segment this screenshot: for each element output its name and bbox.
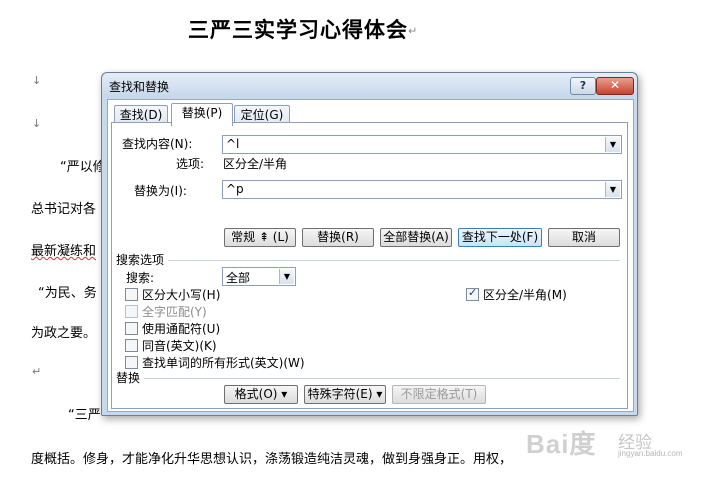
chevron-down-icon[interactable]: ▼ — [605, 182, 620, 197]
search-direction-select[interactable]: 全部 ▼ — [222, 267, 296, 286]
divider — [144, 378, 620, 379]
match-case-checkbox[interactable] — [125, 288, 138, 301]
tab-replace[interactable]: 替换(P) — [171, 103, 233, 126]
paragraph-mark: ↓ — [32, 117, 42, 130]
options-value: 区分全/半角 — [223, 157, 288, 171]
find-next-button[interactable]: 查找下一处(F) — [458, 228, 542, 247]
dialog-title: 查找和替换 — [109, 80, 170, 94]
document-text: “为民、务 — [38, 286, 97, 301]
match-width-label: 区分全/半角(M) — [483, 288, 567, 302]
all-word-forms-checkbox[interactable] — [125, 356, 138, 369]
search-direction-value: 全部 — [226, 271, 251, 285]
options-label: 选项: — [176, 157, 205, 171]
paragraph-mark: ↵ — [408, 24, 419, 38]
paragraph-mark: ↓ — [32, 74, 42, 87]
less-options-button[interactable]: 常规 ⇞ (L) — [224, 228, 296, 247]
wildcards-checkbox[interactable] — [125, 322, 138, 335]
search-direction-label: 搜索: — [126, 271, 155, 285]
dialog-body: 查找(D) 替换(P) 定位(G) 查找内容(N): ^l ▼ 选项: 区分全/… — [107, 99, 634, 412]
replace-tab-panel: 查找内容(N): ^l ▼ 选项: 区分全/半角 替换为(I): ^p ▼ 常规… — [111, 122, 628, 409]
document-text: 总书记对各 — [31, 202, 97, 217]
replace-heading: 替换 — [116, 371, 141, 385]
format-button[interactable]: 格式(O) ▾ — [224, 385, 298, 404]
watermark-logo: Bai度 — [526, 429, 597, 459]
replace-input[interactable]: ^p ▼ — [222, 180, 622, 199]
special-button[interactable]: 特殊字符(E) ▾ — [304, 385, 386, 404]
divider — [168, 260, 620, 261]
document-text: “严以修 — [60, 160, 106, 175]
document-text: “三严 — [68, 408, 101, 423]
sounds-like-checkbox[interactable] — [125, 339, 138, 352]
whole-word-label: 全字匹配(Y) — [142, 305, 207, 319]
replace-value: ^p — [226, 182, 244, 196]
no-formatting-button: 不限定格式(T) — [392, 385, 486, 404]
document-text: 为政之要。 — [31, 326, 97, 341]
find-value: ^l — [226, 137, 240, 151]
all-word-forms-label: 查找单词的所有形式(英文)(W) — [142, 356, 305, 370]
find-input[interactable]: ^l ▼ — [222, 135, 622, 154]
paragraph-mark: ↵ — [32, 365, 42, 378]
cancel-button[interactable]: 取消 — [548, 228, 620, 247]
chevron-down-icon[interactable]: ▼ — [605, 137, 620, 152]
match-width-checkbox[interactable] — [466, 286, 479, 301]
whole-word-checkbox — [125, 305, 138, 318]
chevron-down-icon[interactable]: ▼ — [279, 269, 294, 284]
replace-all-button[interactable]: 全部替换(A) — [380, 228, 452, 247]
replace-label: 替换为(I): — [134, 184, 187, 198]
help-button[interactable]: ? — [570, 77, 596, 95]
search-options-heading: 搜索选项 — [116, 253, 165, 267]
match-case-label: 区分大小写(H) — [142, 288, 221, 302]
find-replace-dialog: 查找和替换 ? ✕ 查找(D) 替换(P) 定位(G) 查找内容(N): ^l … — [101, 72, 638, 416]
watermark-url: jingyan.baidu.com — [618, 449, 683, 458]
document-text: 最新凝练和 — [31, 244, 97, 259]
document-text: 度概括。修身，才能净化升华思想认识，涤荡锻造纯洁灵魂，做到身强身正。用权， — [31, 452, 513, 467]
close-button[interactable]: ✕ — [596, 77, 634, 95]
baidu-watermark: Bai度 经验 jingyan.baidu.com — [526, 418, 696, 462]
sounds-like-label: 同音(英文)(K) — [142, 339, 217, 353]
replace-button[interactable]: 替换(R) — [302, 228, 374, 247]
dialog-titlebar[interactable]: 查找和替换 ? ✕ — [102, 73, 637, 97]
wildcards-label: 使用通配符(U) — [142, 322, 221, 336]
find-label: 查找内容(N): — [122, 137, 193, 151]
document-title: 三严三实学习心得体会↵ — [188, 18, 419, 42]
